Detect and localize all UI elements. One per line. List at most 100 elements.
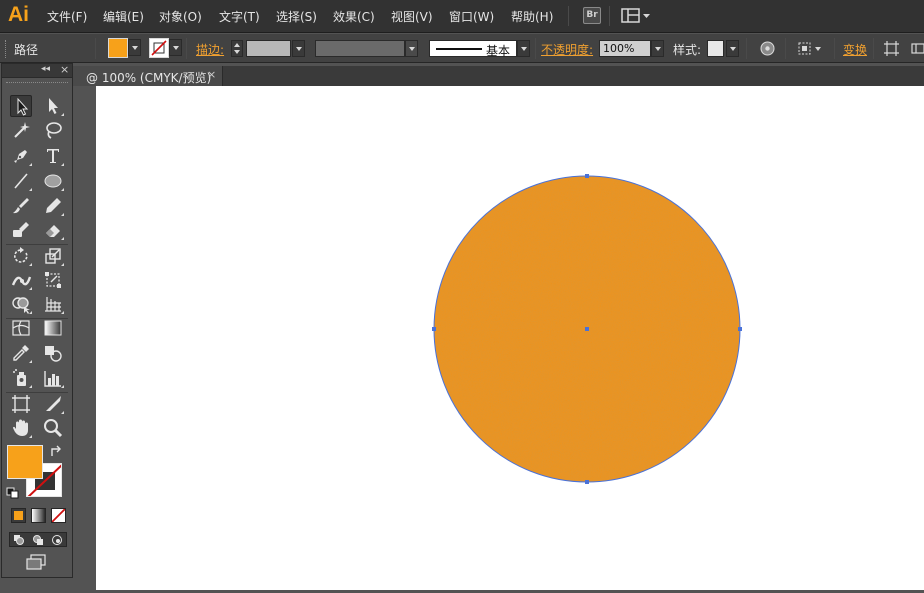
anchor-point-bottom[interactable] xyxy=(585,480,589,484)
width-tool[interactable] xyxy=(10,269,32,291)
blob-brush-tool[interactable] xyxy=(10,219,32,241)
artboard[interactable] xyxy=(96,86,924,590)
document-tab[interactable]: @ 100% (CMYK/预览) × xyxy=(73,66,223,86)
mesh-tool[interactable] xyxy=(10,317,32,339)
direct-selection-tool[interactable] xyxy=(42,95,64,117)
more-options-icon xyxy=(911,43,924,54)
selection-tool[interactable] xyxy=(10,95,32,117)
variable-width-profile[interactable] xyxy=(315,40,405,57)
opacity-panel-link[interactable]: 不透明度: xyxy=(541,41,593,58)
app-logo: Ai xyxy=(8,3,29,26)
menu-object[interactable]: 对象(O) xyxy=(159,8,202,25)
none-mode-button[interactable] xyxy=(51,508,66,523)
blend-tool[interactable] xyxy=(42,342,64,364)
bar-grip xyxy=(5,40,8,58)
free-transform-tool[interactable] xyxy=(42,269,64,291)
menu-type[interactable]: 文字(T) xyxy=(219,8,260,25)
menu-file[interactable]: 文件(F) xyxy=(47,8,87,25)
drawing-mode-group xyxy=(9,532,67,547)
control-bar: 路径 描边: 基本 不透明度: 100% 样式: 变换 xyxy=(0,34,924,63)
anchor-point-top[interactable] xyxy=(585,174,589,178)
tools-panel: ◂◂ × xyxy=(1,63,73,578)
default-fill-stroke-icon[interactable] xyxy=(6,487,20,499)
eraser-tool[interactable] xyxy=(42,219,64,241)
pencil-tool[interactable] xyxy=(42,195,64,217)
scale-tool[interactable] xyxy=(42,245,64,267)
graphic-style-swatch[interactable] xyxy=(707,40,724,57)
ellipse-tool[interactable] xyxy=(42,170,64,192)
menu-effect[interactable]: 效果(C) xyxy=(333,8,375,25)
free-transform-icon xyxy=(45,272,61,288)
variable-width-dropdown[interactable] xyxy=(405,40,418,57)
slice-tool[interactable] xyxy=(42,393,64,415)
hand-tool[interactable] xyxy=(10,417,32,439)
stroke-weight-field[interactable] xyxy=(246,40,291,57)
symbol-sprayer-tool[interactable] xyxy=(10,367,32,389)
fill-color-swatch[interactable] xyxy=(7,445,43,479)
control-separator xyxy=(95,38,96,59)
swap-fill-stroke-icon[interactable] xyxy=(49,445,63,459)
control-separator xyxy=(834,38,835,59)
stroke-dropdown[interactable] xyxy=(169,39,182,56)
align-options-button[interactable] xyxy=(797,40,825,57)
paintbrush-tool[interactable] xyxy=(10,195,32,217)
stroke-weight-dropdown[interactable] xyxy=(292,40,305,57)
more-options-button[interactable] xyxy=(910,40,924,57)
panel-grip xyxy=(6,82,68,84)
menu-help[interactable]: 帮助(H) xyxy=(511,8,553,25)
workspace-layout-button[interactable] xyxy=(621,8,651,24)
artboard-canvas xyxy=(432,174,742,484)
tool-flyout-indicator xyxy=(61,411,64,414)
recolor-artwork-button[interactable] xyxy=(759,40,776,57)
screen-mode-icon xyxy=(26,554,46,570)
brush-definition-field[interactable]: 基本 xyxy=(429,40,517,58)
stroke-panel-link[interactable]: 描边: xyxy=(196,41,224,58)
menu-view[interactable]: 视图(V) xyxy=(391,8,433,25)
tools-panel-header[interactable]: ◂◂ × xyxy=(2,63,72,78)
tool-flyout-indicator xyxy=(61,385,64,388)
menu-select[interactable]: 选择(S) xyxy=(276,8,317,25)
opacity-field[interactable]: 100% xyxy=(599,40,651,57)
pen-tool[interactable] xyxy=(10,145,32,167)
gradient-tool[interactable] xyxy=(42,317,64,339)
isolate-group-button[interactable] xyxy=(883,40,900,57)
close-panel-icon[interactable]: × xyxy=(60,63,69,76)
gradient-mode-button[interactable] xyxy=(31,508,46,523)
menu-window[interactable]: 窗口(W) xyxy=(449,8,494,25)
opacity-dropdown[interactable] xyxy=(651,40,664,57)
menu-edit[interactable]: 编辑(E) xyxy=(103,8,144,25)
draw-inside-icon[interactable] xyxy=(51,534,63,546)
lasso-tool[interactable] xyxy=(42,119,64,141)
artboard-tool[interactable] xyxy=(10,393,32,415)
tool-flyout-indicator xyxy=(61,213,64,216)
transform-panel-link[interactable]: 变换 xyxy=(843,41,867,58)
stroke-swatch[interactable] xyxy=(149,38,169,58)
column-graph-tool[interactable] xyxy=(42,367,64,389)
tool-flyout-indicator xyxy=(29,163,32,166)
anchor-point-right[interactable] xyxy=(738,327,742,331)
shape-builder-tool[interactable] xyxy=(10,293,32,315)
draw-normal-icon[interactable] xyxy=(13,534,25,546)
change-screen-mode-button[interactable] xyxy=(25,554,49,570)
perspective-grid-tool[interactable] xyxy=(42,293,64,315)
stroke-weight-stepper[interactable] xyxy=(231,40,243,57)
tool-flyout-indicator xyxy=(61,113,64,116)
collapse-panel-icon[interactable]: ◂◂ xyxy=(41,64,50,74)
anchor-point-left[interactable] xyxy=(432,327,436,331)
bridge-button[interactable]: Br xyxy=(583,7,601,24)
magic-wand-tool[interactable] xyxy=(10,119,32,141)
close-icon[interactable]: × xyxy=(207,68,216,81)
eyedropper-tool[interactable] xyxy=(10,342,32,364)
fill-swatch[interactable] xyxy=(108,38,128,58)
control-separator xyxy=(186,38,187,59)
brush-definition-dropdown[interactable] xyxy=(517,40,530,57)
draw-behind-icon[interactable] xyxy=(32,534,44,546)
fill-dropdown[interactable] xyxy=(128,39,141,56)
color-mode-button[interactable] xyxy=(11,508,26,523)
type-tool[interactable] xyxy=(42,145,64,167)
document-tab-bar: @ 100% (CMYK/预览) × xyxy=(73,66,924,86)
line-segment-tool[interactable] xyxy=(10,170,32,192)
graphic-style-dropdown[interactable] xyxy=(726,40,739,57)
rotate-tool[interactable] xyxy=(10,245,32,267)
zoom-tool[interactable] xyxy=(42,417,64,439)
